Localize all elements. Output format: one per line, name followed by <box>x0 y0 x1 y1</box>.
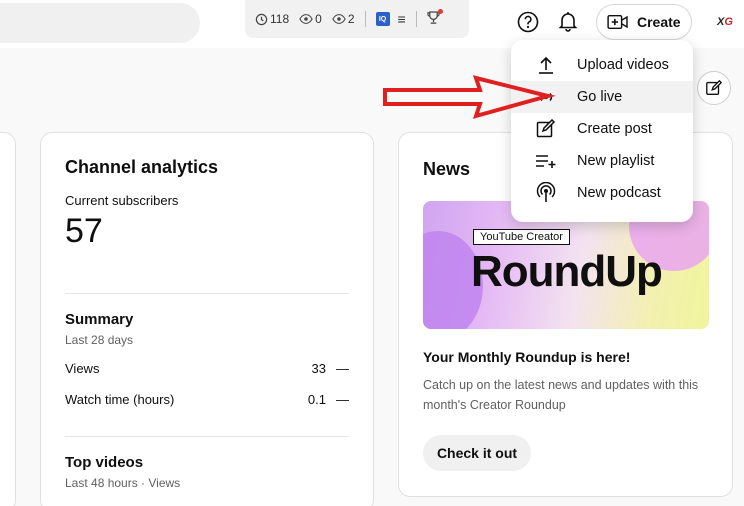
podcast-icon <box>535 182 557 204</box>
annotation-arrow-icon <box>383 75 556 119</box>
metric-label: Views <box>65 361 100 376</box>
top-videos-period: Last 48 hours · Views <box>65 476 181 490</box>
ext-eye-stat-2[interactable]: 2 <box>332 12 355 26</box>
iq-logo-icon[interactable]: IQ <box>375 12 390 26</box>
news-body: Catch up on the latest news and updates … <box>423 378 699 412</box>
subscribers-value: 57 <box>65 212 103 250</box>
clock-icon <box>255 13 268 25</box>
upload-icon <box>535 54 557 76</box>
channel-analytics-card: Channel analytics Current subscribers 57… <box>40 132 374 506</box>
video-add-icon <box>607 14 628 30</box>
check-it-out-button[interactable]: Check it out <box>423 435 531 471</box>
bell-icon[interactable] <box>556 9 580 33</box>
metric-label: Watch time (hours) <box>65 392 175 407</box>
menu-item-new-playlist[interactable]: New playlist <box>511 145 693 177</box>
avatar[interactable]: XG <box>710 10 740 34</box>
top-videos-section: Top videos Last 48 hours · Views <box>65 454 349 490</box>
ext-clock-stat[interactable]: 118 <box>255 12 289 26</box>
summary-period: Last 28 days <box>65 333 134 347</box>
menu-icon[interactable]: ≡ <box>398 11 406 27</box>
extension-toolbar: 118 0 2 IQ ≡ <box>245 0 469 38</box>
news-headline: Your Monthly Roundup is here! <box>423 349 631 365</box>
menu-item-label: New podcast <box>577 185 661 201</box>
help-icon[interactable] <box>516 10 540 34</box>
menu-item-label: New playlist <box>577 153 655 169</box>
eye1-count: 0 <box>315 12 322 26</box>
customize-dashboard-button[interactable] <box>697 71 731 105</box>
ext-eye-stat-1[interactable]: 0 <box>299 12 322 26</box>
previous-card <box>0 132 16 506</box>
metric-row[interactable]: Watch time (hours) 0.1 — <box>65 392 349 407</box>
menu-item-new-podcast[interactable]: New podcast <box>511 177 693 209</box>
divider <box>364 11 366 27</box>
divider <box>65 293 349 294</box>
metric-value: 0.1 <box>307 392 326 407</box>
metric-trend: — <box>336 392 349 407</box>
analytics-title: Channel analytics <box>65 157 219 177</box>
divider <box>65 436 349 437</box>
summary-section: Summary Last 28 days Views 33 — Watch ti… <box>65 311 349 407</box>
eye-icon <box>332 14 346 24</box>
menu-item-label: Upload videos <box>577 57 669 73</box>
summary-title: Summary <box>65 311 134 328</box>
trophy-icon[interactable] <box>427 8 443 28</box>
eye-icon <box>299 14 313 24</box>
banner-tag: YouTube Creator <box>473 229 570 245</box>
clock-count: 118 <box>270 12 290 26</box>
eye2-count: 2 <box>347 12 355 26</box>
menu-item-label: Create post <box>577 121 652 137</box>
create-label: Create <box>637 14 681 30</box>
menu-item-label: Go live <box>577 89 623 105</box>
metric-trend: — <box>336 361 349 376</box>
search-input[interactable] <box>0 3 200 43</box>
top-videos-title: Top videos <box>65 454 144 471</box>
create-dropdown-menu: Upload videos Go live Create post New pl… <box>511 40 693 222</box>
news-title: News <box>423 159 471 179</box>
divider <box>415 11 417 27</box>
subscribers-label: Current subscribers <box>65 193 179 208</box>
metric-value: 33 <box>311 361 326 376</box>
banner-title: RoundUp <box>471 247 663 296</box>
edit-icon <box>706 79 723 95</box>
metric-row[interactable]: Views 33 — <box>65 361 349 376</box>
playlist-add-icon <box>535 150 557 172</box>
studio-dashboard: 118 0 2 IQ ≡ Create X G Channel analytic… <box>0 0 744 506</box>
notification-dot <box>437 8 443 14</box>
create-button[interactable]: Create <box>596 4 692 40</box>
